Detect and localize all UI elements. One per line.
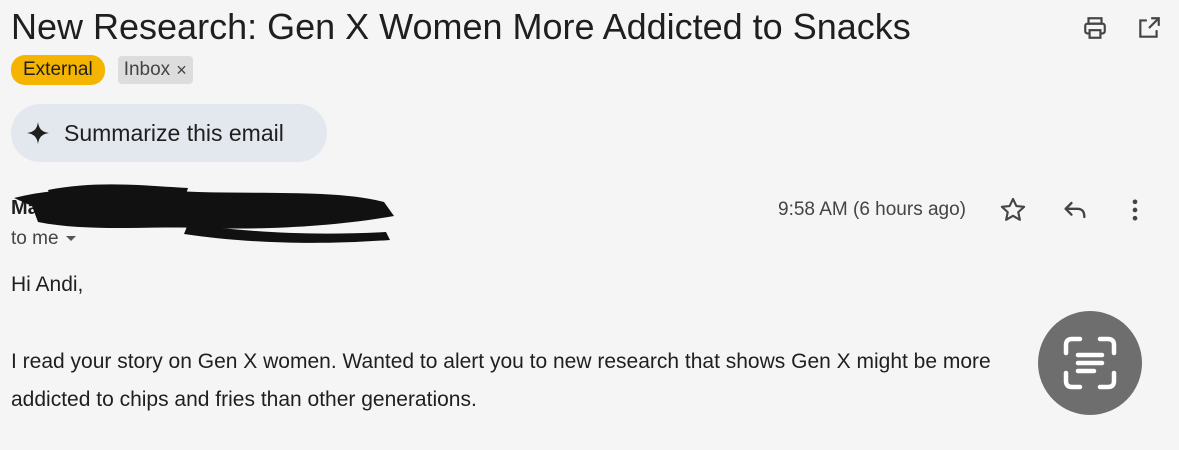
summarize-label: Summarize this email	[64, 119, 284, 146]
more-vertical-icon[interactable]	[1118, 193, 1152, 227]
chevron-down-icon	[65, 236, 76, 241]
recipient-details-toggle[interactable]: to me	[11, 228, 77, 250]
external-label: External	[11, 55, 105, 85]
inbox-label: Inbox ×	[117, 56, 193, 84]
email-body-line: I read your story on Gen X women. Wanted…	[11, 350, 991, 373]
sparkle-icon	[27, 122, 49, 144]
email-greeting: Hi Andi,	[11, 273, 84, 296]
google-lens-scan-button[interactable]	[1038, 311, 1142, 415]
message-timestamp: 9:58 AM (6 hours ago)	[778, 199, 966, 220]
label-chips: External Inbox ×	[11, 55, 193, 85]
email-body: I read your story on Gen X women. Wanted…	[11, 343, 1171, 419]
summarize-email-button[interactable]: Summarize this email	[11, 104, 327, 162]
google-lens-scan-icon	[1063, 336, 1117, 390]
email-subject: New Research: Gen X Women More Addicted …	[11, 6, 911, 47]
inbox-label-text: Inbox	[123, 59, 171, 80]
recipient-label: to me	[11, 228, 59, 249]
open-in-new-window-icon[interactable]	[1133, 12, 1165, 44]
top-actions	[1079, 12, 1165, 44]
message-meta: 9:58 AM (6 hours ago)	[778, 193, 1152, 227]
star-icon[interactable]	[996, 193, 1030, 227]
print-icon[interactable]	[1079, 12, 1111, 44]
email-body-line: addicted to chips and fries than other g…	[11, 388, 477, 411]
reply-icon[interactable]	[1058, 193, 1092, 227]
remove-label-icon[interactable]: ×	[176, 56, 187, 84]
